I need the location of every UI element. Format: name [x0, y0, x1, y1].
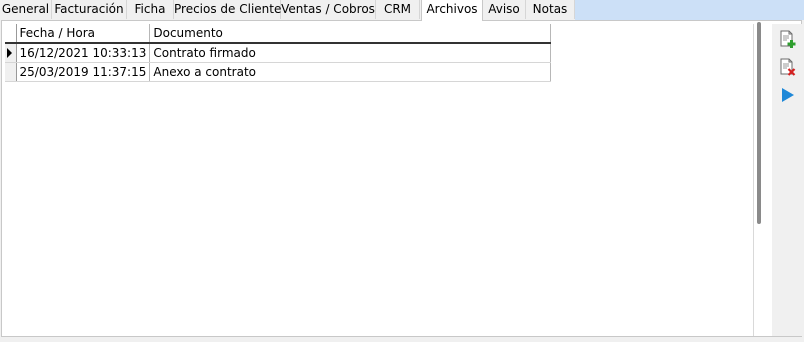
column-header-fecha-hora[interactable]: Fecha / Hora [16, 24, 151, 44]
play-button[interactable] [780, 86, 796, 104]
cell-datetime[interactable]: 16/12/2021 10:33:13 [16, 43, 151, 63]
cell-document[interactable]: Contrato firmado [149, 43, 552, 63]
play-icon [782, 88, 794, 102]
delete-document-button[interactable] [780, 58, 796, 76]
current-row-arrow-icon [7, 48, 12, 59]
row-indicator[interactable] [5, 43, 17, 63]
delete-document-icon [780, 58, 796, 76]
row-indicator[interactable] [5, 62, 17, 82]
tab-general[interactable]: General [0, 0, 52, 19]
side-toolbar [772, 24, 802, 336]
tab-notas[interactable]: Notas [526, 0, 575, 19]
row-indicator-header [5, 24, 17, 44]
add-document-button[interactable] [780, 30, 796, 48]
tab-precios-de-cliente[interactable]: Precios de Cliente [174, 0, 281, 19]
vertical-scrollbar-thumb[interactable] [757, 22, 761, 224]
grid-header-row: Fecha / Hora Documento [5, 24, 552, 44]
add-document-icon [780, 30, 796, 48]
tab-ventas-cobros[interactable]: Ventas / Cobros [281, 0, 376, 19]
cell-datetime[interactable]: 25/03/2019 11:37:15 [16, 62, 151, 82]
column-header-documento[interactable]: Documento [149, 24, 552, 44]
tab-crm[interactable]: CRM [376, 0, 420, 19]
tab-strip: General Facturación Ficha Precios de Cli… [0, 0, 804, 21]
table-row[interactable]: 25/03/2019 11:37:15 Anexo a contrato [5, 62, 552, 82]
tab-facturacion[interactable]: Facturación [52, 0, 127, 19]
files-grid: Fecha / Hora Documento 16/12/2021 10:33:… [5, 24, 552, 82]
cell-document[interactable]: Anexo a contrato [149, 62, 552, 82]
tab-archivos[interactable]: Archivos [421, 0, 483, 21]
tab-ficha[interactable]: Ficha [127, 0, 174, 19]
tab-aviso[interactable]: Aviso [483, 0, 526, 19]
table-row[interactable]: 16/12/2021 10:33:13 Contrato firmado [5, 43, 552, 63]
